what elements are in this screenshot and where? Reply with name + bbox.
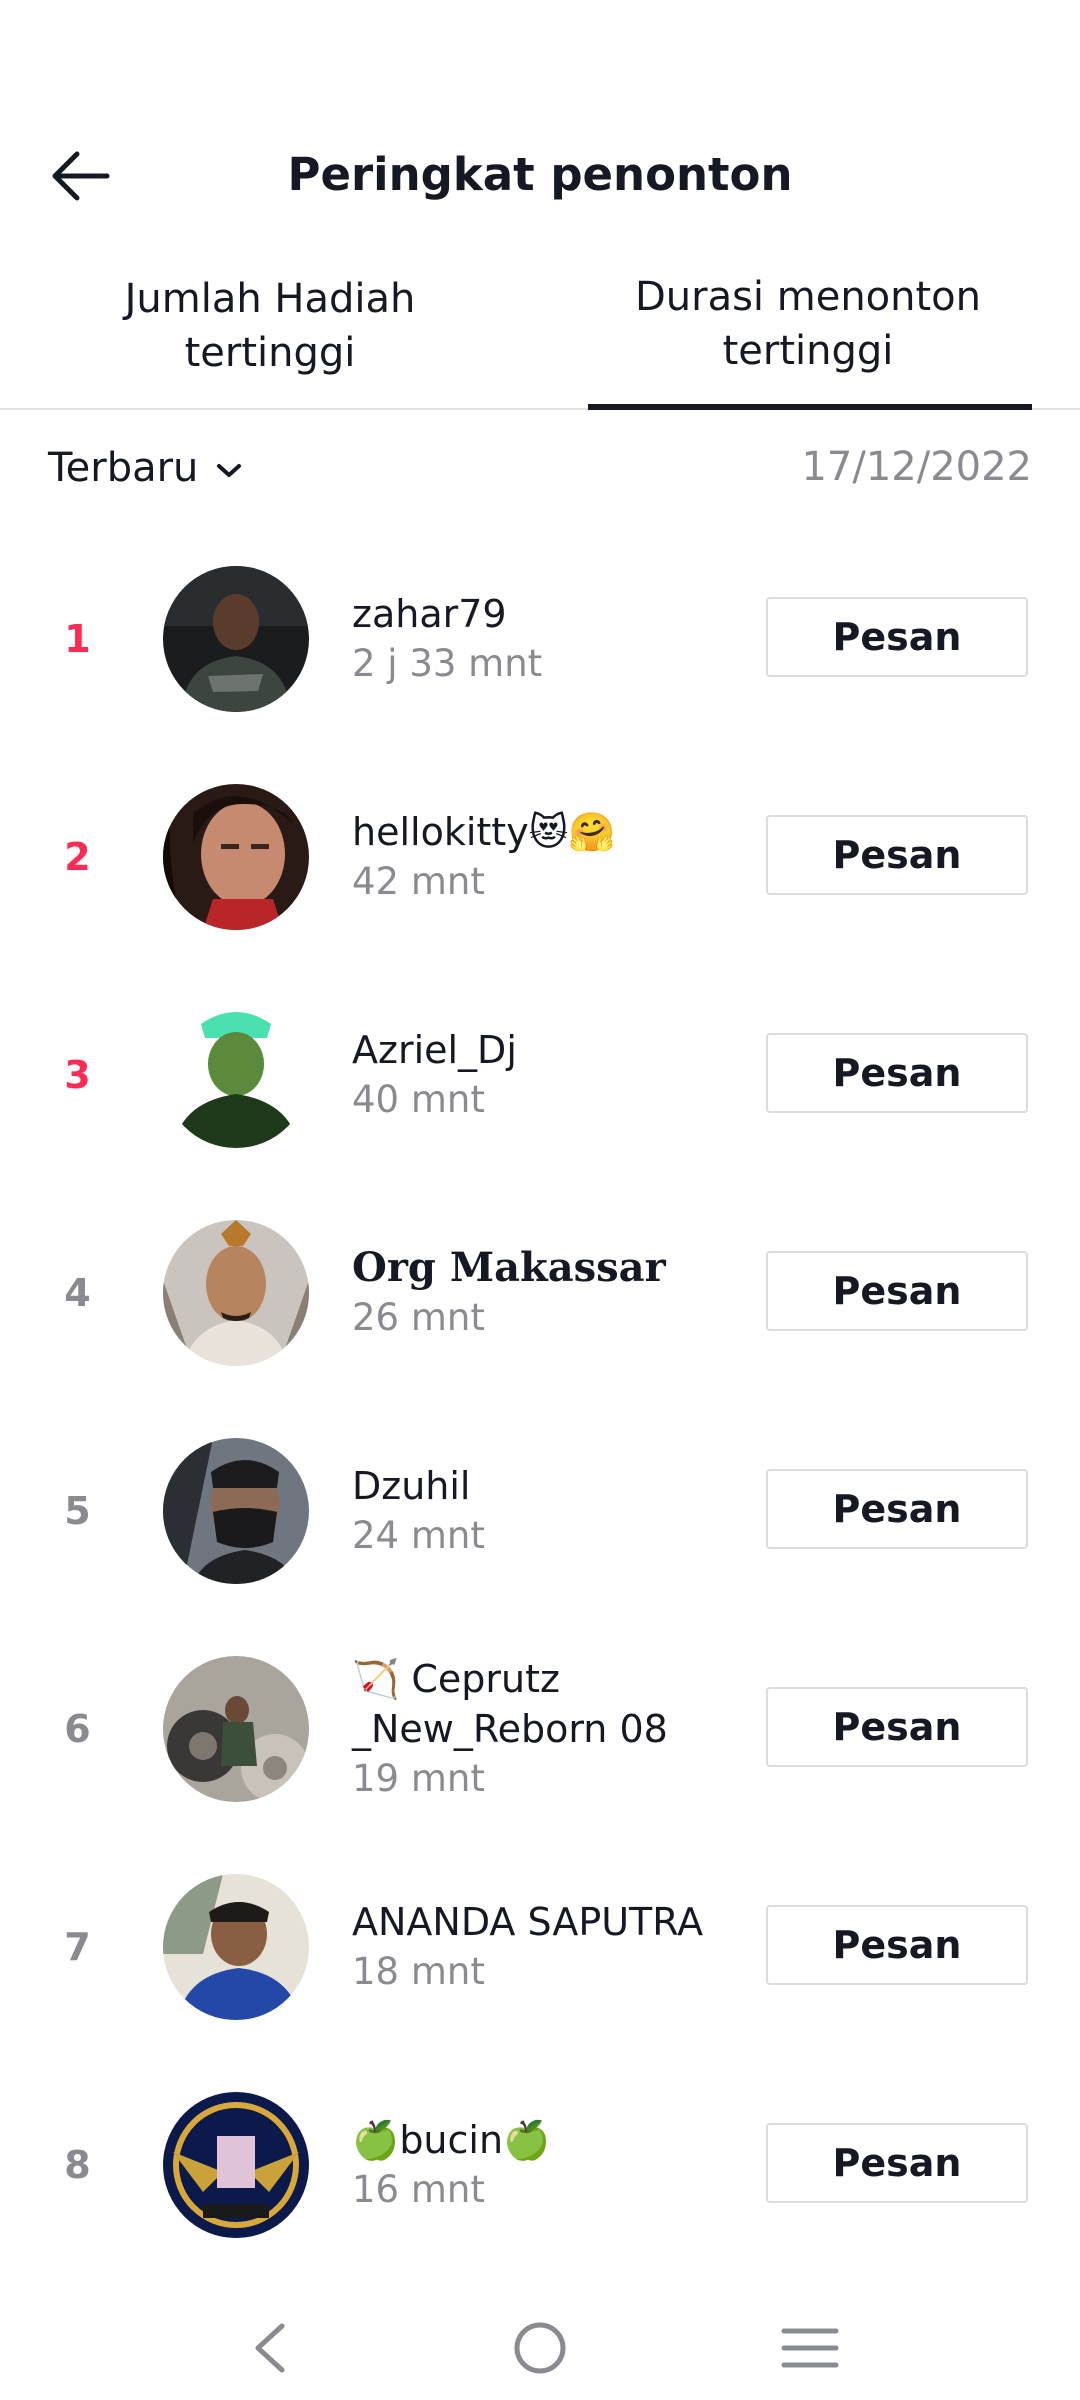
message-button[interactable]: Pesan bbox=[766, 1905, 1028, 1985]
rank-number: 3 bbox=[64, 1053, 91, 1097]
tab-watch-duration[interactable]: Durasi menonton tertinggi bbox=[588, 270, 1028, 378]
watch-duration: 40 mnt bbox=[352, 1078, 485, 1121]
avatar[interactable] bbox=[163, 1438, 309, 1584]
watch-duration: 2 j 33 mnt bbox=[352, 642, 543, 685]
message-button[interactable]: Pesan bbox=[766, 1469, 1028, 1549]
sort-label: Terbaru bbox=[48, 445, 199, 491]
nav-recents-button[interactable] bbox=[755, 2308, 865, 2388]
nav-back-button[interactable] bbox=[215, 2308, 325, 2388]
sort-dropdown[interactable]: Terbaru bbox=[48, 436, 242, 500]
message-button[interactable]: Pesan bbox=[766, 1687, 1028, 1767]
viewer-name: Org Makassar bbox=[352, 1244, 666, 1291]
avatar[interactable] bbox=[163, 784, 309, 930]
viewer-name: Dzuhil bbox=[352, 1464, 471, 1508]
nav-recents-icon bbox=[781, 2328, 839, 2368]
avatar[interactable] bbox=[163, 1874, 309, 2020]
nav-back-icon bbox=[255, 2323, 285, 2373]
active-tab-indicator bbox=[588, 404, 1032, 410]
avatar[interactable] bbox=[163, 1002, 309, 1148]
nav-home-icon bbox=[514, 2322, 566, 2374]
viewer-name: 🍏bucin🍏 bbox=[352, 2118, 551, 2162]
list-item[interactable]: 3 Azriel_Dj 40 mnt Pesan bbox=[0, 1000, 1080, 1150]
rank-number: 8 bbox=[64, 2143, 91, 2187]
tab-gift-amount[interactable]: Jumlah Hadiah tertinggi bbox=[50, 272, 490, 380]
rank-number: 4 bbox=[64, 1271, 91, 1315]
watch-duration: 16 mnt bbox=[352, 2168, 485, 2211]
watch-duration: 42 mnt bbox=[352, 860, 485, 903]
viewer-name: ANANDA SAPUTRA bbox=[352, 1900, 704, 1944]
tab-label-line1: Durasi menonton bbox=[634, 274, 982, 320]
viewer-name: hellokitty😻🤗 bbox=[352, 810, 616, 854]
date-label: 17/12/2022 bbox=[801, 444, 1032, 490]
viewer-name: 🏹 Ceprutz _New_Reborn 08 bbox=[352, 1657, 668, 1751]
header: Peringkat penonton bbox=[0, 130, 1080, 222]
nav-home-button[interactable] bbox=[485, 2308, 595, 2388]
message-button[interactable]: Pesan bbox=[766, 1251, 1028, 1331]
system-nav-bar bbox=[0, 2290, 1080, 2400]
avatar[interactable] bbox=[163, 1220, 309, 1366]
rank-number: 5 bbox=[64, 1489, 91, 1533]
page-title: Peringkat penonton bbox=[287, 148, 793, 201]
list-item[interactable]: 2 hellokitty😻🤗 42 mnt Pesan bbox=[0, 782, 1080, 932]
list-item[interactable]: 4 Org Makassar 26 mnt Pesan bbox=[0, 1218, 1080, 1368]
tab-label-line2: tertinggi bbox=[184, 330, 356, 376]
rank-number: 6 bbox=[64, 1707, 91, 1751]
tab-label-line1: Jumlah Hadiah bbox=[124, 276, 416, 322]
chevron-down-icon bbox=[217, 464, 242, 477]
watch-duration: 18 mnt bbox=[352, 1950, 485, 1993]
watch-duration: 26 mnt bbox=[352, 1296, 485, 1339]
list-item[interactable]: 7 ANANDA SAPUTRA 18 mnt Pesan bbox=[0, 1872, 1080, 2022]
watch-duration: 19 mnt bbox=[352, 1757, 485, 1800]
message-button[interactable]: Pesan bbox=[766, 2123, 1028, 2203]
avatar[interactable] bbox=[163, 566, 309, 712]
viewer-name: zahar79 bbox=[352, 592, 507, 636]
rank-number: 2 bbox=[64, 835, 91, 879]
rank-number: 1 bbox=[64, 617, 91, 661]
message-button[interactable]: Pesan bbox=[766, 815, 1028, 895]
list-item[interactable]: 8 🍏bucin🍏 16 mnt Pesan bbox=[0, 2090, 1080, 2240]
tab-label-line2: tertinggi bbox=[722, 328, 894, 374]
viewer-name: Azriel_Dj bbox=[352, 1028, 517, 1072]
watch-duration: 24 mnt bbox=[352, 1514, 485, 1557]
rank-number: 7 bbox=[64, 1925, 91, 1969]
list-item[interactable]: 1 zahar79 2 j 33 mnt Pesan bbox=[0, 564, 1080, 714]
avatar[interactable] bbox=[163, 1656, 309, 1802]
message-button[interactable]: Pesan bbox=[766, 1033, 1028, 1113]
list-item[interactable]: 6 🏹 Ceprutz _New_Reborn 08 19 mnt Pesan bbox=[0, 1654, 1080, 1804]
tab-bar: Jumlah Hadiah tertinggi Durasi menonton … bbox=[0, 262, 1080, 410]
message-button[interactable]: Pesan bbox=[766, 597, 1028, 677]
avatar[interactable] bbox=[163, 2092, 309, 2238]
list-item[interactable]: 5 Dzuhil 24 mnt Pesan bbox=[0, 1436, 1080, 1586]
